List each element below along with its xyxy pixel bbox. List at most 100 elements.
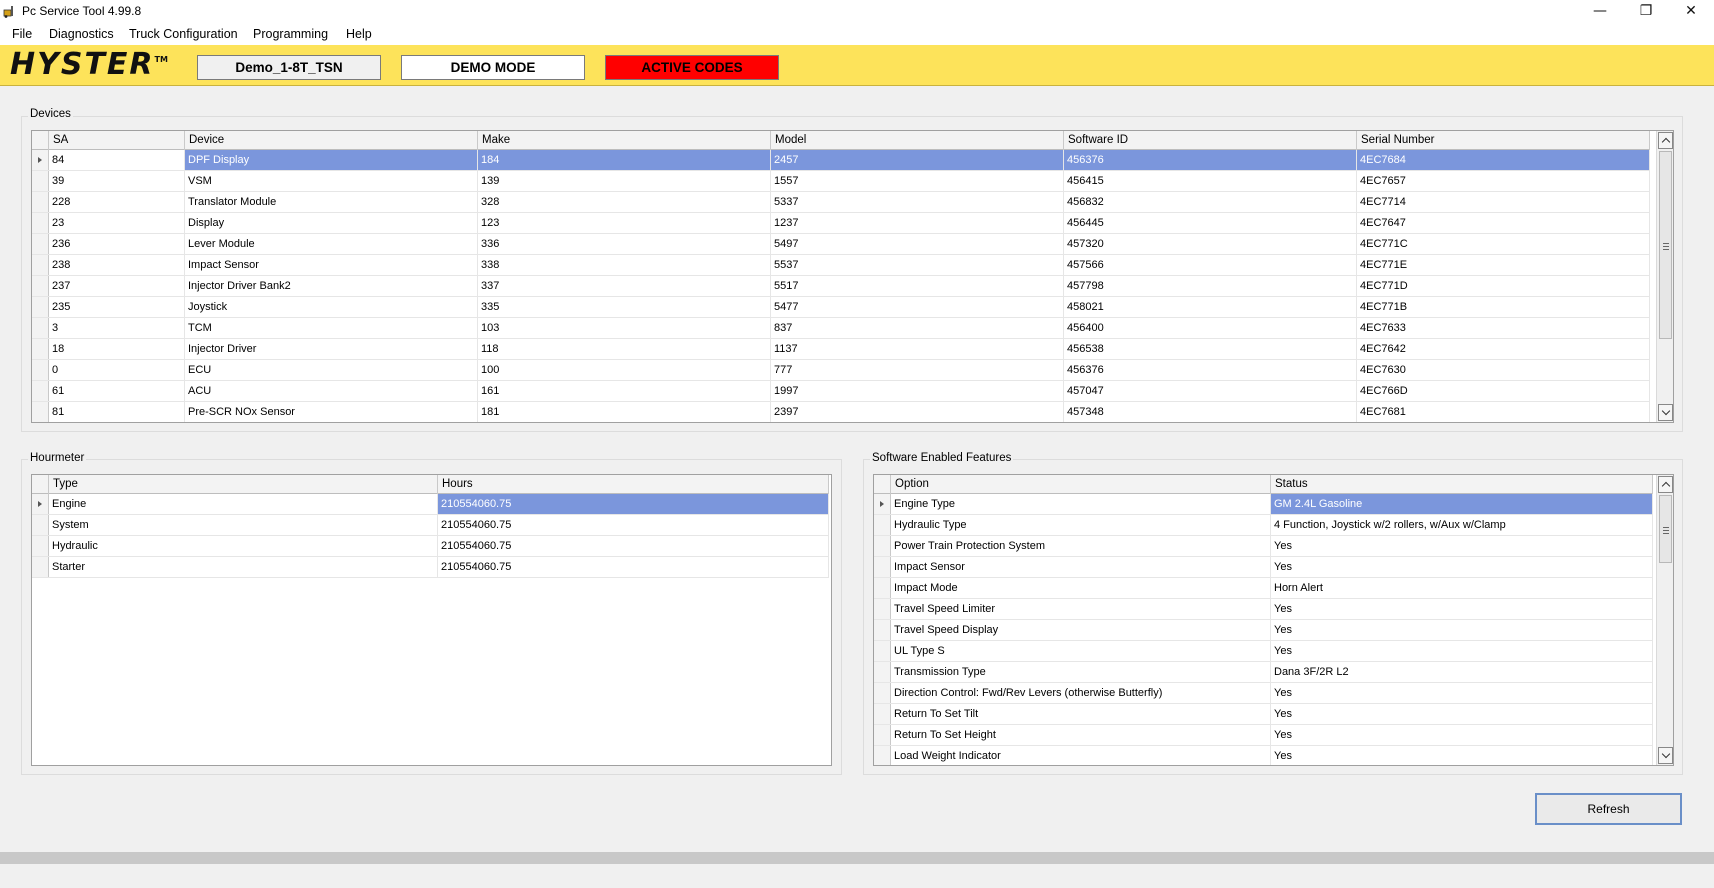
- refresh-button[interactable]: Refresh: [1535, 793, 1682, 825]
- row-header[interactable]: [32, 318, 49, 338]
- vertical-scrollbar[interactable]: [1656, 131, 1673, 422]
- table-cell[interactable]: 328: [478, 192, 771, 212]
- table-cell[interactable]: 228: [49, 192, 185, 212]
- table-cell[interactable]: Load Weight Indicator: [891, 746, 1271, 765]
- menu-truck-configuration[interactable]: Truck Configuration: [129, 27, 238, 41]
- row-header[interactable]: [874, 683, 891, 703]
- table-cell[interactable]: Return To Set Height: [891, 725, 1271, 745]
- table-cell[interactable]: 210554060.75: [438, 494, 829, 514]
- table-cell[interactable]: 837: [771, 318, 1064, 338]
- table-cell[interactable]: VSM: [185, 171, 478, 191]
- table-cell[interactable]: 184: [478, 150, 771, 170]
- table-cell[interactable]: 4EC771B: [1357, 297, 1650, 317]
- table-cell[interactable]: 457566: [1064, 255, 1357, 275]
- table-cell[interactable]: GM 2.4L Gasoline: [1271, 494, 1653, 514]
- devices-grid[interactable]: SA Device Make Model Software ID Serial Numbe…: [31, 130, 1674, 423]
- row-header[interactable]: [874, 515, 891, 535]
- table-cell[interactable]: UL Type S: [891, 641, 1271, 661]
- table-row[interactable]: Travel Speed Display Yes: [874, 620, 1653, 641]
- table-row[interactable]: Return To Set Tilt Yes: [874, 704, 1653, 725]
- table-cell[interactable]: 456445: [1064, 213, 1357, 233]
- table-cell[interactable]: 5337: [771, 192, 1064, 212]
- table-row[interactable]: UL Type S Yes: [874, 641, 1653, 662]
- close-button[interactable]: ✕: [1668, 0, 1714, 23]
- table-cell[interactable]: 456376: [1064, 150, 1357, 170]
- column-header-make[interactable]: Make: [478, 131, 771, 150]
- table-cell[interactable]: 4 Function, Joystick w/2 rollers, w/Aux …: [1271, 515, 1653, 535]
- table-cell[interactable]: 237: [49, 276, 185, 296]
- table-row[interactable]: Hydraulic Type 4 Function, Joystick w/2 r…: [874, 515, 1653, 536]
- table-row[interactable]: 0 ECU 100 777 456376 4EC7630: [32, 360, 1650, 381]
- row-header[interactable]: [32, 255, 49, 275]
- table-cell[interactable]: 4EC766D: [1357, 381, 1650, 401]
- row-header[interactable]: [874, 620, 891, 640]
- scroll-up-button[interactable]: [1658, 476, 1673, 493]
- table-cell[interactable]: 4EC7630: [1357, 360, 1650, 380]
- table-cell[interactable]: Engine: [49, 494, 438, 514]
- row-header[interactable]: [874, 746, 891, 765]
- table-cell[interactable]: Yes: [1271, 725, 1653, 745]
- table-cell[interactable]: Hydraulic: [49, 536, 438, 556]
- table-cell[interactable]: 181: [478, 402, 771, 422]
- table-cell[interactable]: ACU: [185, 381, 478, 401]
- table-row[interactable]: 61 ACU 161 1997 457047 4EC766D: [32, 381, 1650, 402]
- table-cell[interactable]: System: [49, 515, 438, 535]
- table-cell[interactable]: 338: [478, 255, 771, 275]
- table-cell[interactable]: 4EC7642: [1357, 339, 1650, 359]
- table-cell[interactable]: 777: [771, 360, 1064, 380]
- column-header-serial-number[interactable]: Serial Number: [1357, 131, 1650, 150]
- table-cell[interactable]: 161: [478, 381, 771, 401]
- table-cell[interactable]: Yes: [1271, 746, 1653, 765]
- row-header[interactable]: [32, 557, 49, 577]
- table-cell[interactable]: Yes: [1271, 683, 1653, 703]
- table-cell[interactable]: 2457: [771, 150, 1064, 170]
- table-cell[interactable]: 0: [49, 360, 185, 380]
- table-cell[interactable]: 118: [478, 339, 771, 359]
- row-header[interactable]: [32, 381, 49, 401]
- table-cell[interactable]: 5517: [771, 276, 1064, 296]
- table-row[interactable]: Travel Speed Limiter Yes: [874, 599, 1653, 620]
- table-row[interactable]: 84 DPF Display 184 2457 456376 4EC7684: [32, 150, 1650, 171]
- table-cell[interactable]: Impact Sensor: [891, 557, 1271, 577]
- row-header[interactable]: [32, 339, 49, 359]
- table-cell[interactable]: 335: [478, 297, 771, 317]
- table-row[interactable]: Direction Control: Fwd/Rev Levers (other…: [874, 683, 1653, 704]
- table-cell[interactable]: 4EC771C: [1357, 234, 1650, 254]
- table-cell[interactable]: 4EC771E: [1357, 255, 1650, 275]
- table-cell[interactable]: 1137: [771, 339, 1064, 359]
- menu-help[interactable]: Help: [346, 27, 372, 41]
- table-cell[interactable]: 103: [478, 318, 771, 338]
- table-row[interactable]: Impact Sensor Yes: [874, 557, 1653, 578]
- table-cell[interactable]: Direction Control: Fwd/Rev Levers (other…: [891, 683, 1271, 703]
- table-cell[interactable]: 84: [49, 150, 185, 170]
- table-cell[interactable]: 5497: [771, 234, 1064, 254]
- table-cell[interactable]: Impact Sensor: [185, 255, 478, 275]
- column-header-status[interactable]: Status: [1271, 475, 1653, 494]
- scroll-down-button[interactable]: [1658, 747, 1673, 764]
- table-row[interactable]: Engine 210554060.75: [32, 494, 829, 515]
- table-row[interactable]: Starter 210554060.75: [32, 557, 829, 578]
- row-header[interactable]: [32, 494, 49, 514]
- table-row[interactable]: 236 Lever Module 336 5497 457320 4EC771C: [32, 234, 1650, 255]
- restore-button[interactable]: ❐: [1623, 0, 1669, 23]
- table-cell[interactable]: Hydraulic Type: [891, 515, 1271, 535]
- table-cell[interactable]: 4EC7681: [1357, 402, 1650, 422]
- table-cell[interactable]: Impact Mode: [891, 578, 1271, 598]
- menu-programming[interactable]: Programming: [253, 27, 328, 41]
- table-cell[interactable]: Starter: [49, 557, 438, 577]
- table-row[interactable]: 235 Joystick 335 5477 458021 4EC771B: [32, 297, 1650, 318]
- table-row[interactable]: Return To Set Height Yes: [874, 725, 1653, 746]
- scroll-thumb[interactable]: [1659, 151, 1672, 339]
- row-header[interactable]: [874, 662, 891, 682]
- table-cell[interactable]: 210554060.75: [438, 557, 829, 577]
- table-cell[interactable]: 456832: [1064, 192, 1357, 212]
- table-cell[interactable]: 456376: [1064, 360, 1357, 380]
- table-cell[interactable]: 457047: [1064, 381, 1357, 401]
- table-cell[interactable]: Yes: [1271, 557, 1653, 577]
- table-cell[interactable]: 1557: [771, 171, 1064, 191]
- table-cell[interactable]: Yes: [1271, 704, 1653, 724]
- row-header[interactable]: [32, 515, 49, 535]
- table-cell[interactable]: 39: [49, 171, 185, 191]
- table-cell[interactable]: 4EC771D: [1357, 276, 1650, 296]
- row-header[interactable]: [874, 578, 891, 598]
